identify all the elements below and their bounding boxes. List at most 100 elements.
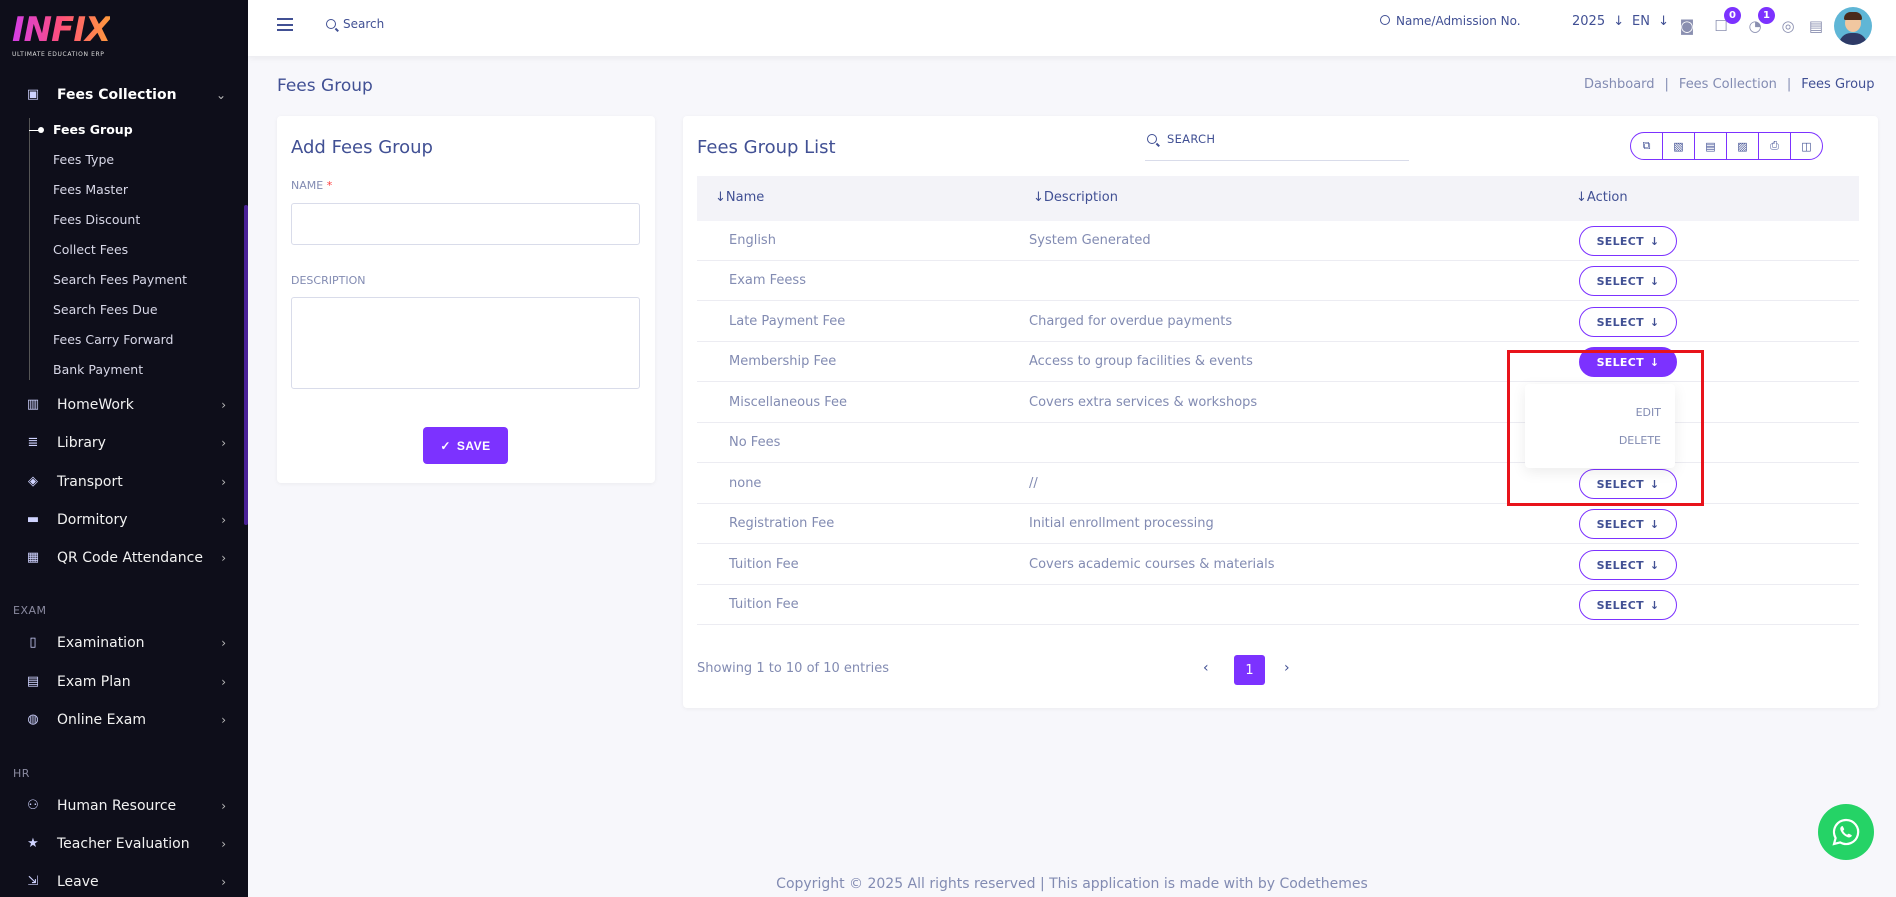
sidebar-subitem-search-fees-payment[interactable]: Search Fees Payment <box>53 272 187 287</box>
sidebar-subitem-fees-group[interactable]: Fees Group <box>53 122 133 137</box>
select-action-button[interactable]: SELECT ↓ <box>1579 590 1677 620</box>
cell-description: System Generated <box>1029 233 1151 248</box>
sidebar-item-examination[interactable]: ▯ Examination › <box>0 627 248 659</box>
sidebar-item-human-resource[interactable]: ⚇ Human Resource › <box>0 790 248 822</box>
globe-icon[interactable]: ◎ <box>1778 17 1798 35</box>
form-title: Add Fees Group <box>291 137 433 158</box>
notifications-badge: 1 <box>1758 7 1775 24</box>
chat-icon[interactable]: ☐ 0 <box>1711 7 1741 35</box>
page-button-current[interactable]: 1 <box>1234 655 1265 685</box>
sidebar-subitem-search-fees-due[interactable]: Search Fees Due <box>53 302 158 317</box>
sidebar-item-exam-plan[interactable]: ▤ Exam Plan › <box>0 666 248 698</box>
year-select[interactable]: 2025 ↓ <box>1572 14 1624 29</box>
description-textarea[interactable] <box>291 297 640 389</box>
language-select[interactable]: EN ↓ <box>1632 14 1669 29</box>
sidebar-item-leave[interactable]: ⇲ Leave › <box>0 866 248 897</box>
sidebar-item-label: Leave <box>57 874 99 890</box>
bus-icon: ◈ <box>28 474 38 489</box>
bell-icon[interactable]: ◔ 1 <box>1745 7 1775 35</box>
sidebar-subitem-fees-master[interactable]: Fees Master <box>53 182 128 197</box>
name-label: NAME * <box>291 179 332 192</box>
admission-search[interactable]: Name/Admission No. <box>1380 14 1521 29</box>
chevron-right-icon[interactable]: › <box>1284 660 1290 676</box>
column-header-name[interactable]: ↓Name <box>715 190 764 205</box>
sidebar-subitem-fees-discount[interactable]: Fees Discount <box>53 212 140 227</box>
hamburger-menu-icon[interactable] <box>277 18 293 31</box>
sidebar-item-label: Examination <box>57 635 145 651</box>
sidebar-subitem-collect-fees[interactable]: Collect Fees <box>53 242 128 257</box>
sidebar-item-transport[interactable]: ◈ Transport › <box>0 466 248 498</box>
sidebar-subitem-fees-carry-forward[interactable]: Fees Carry Forward <box>53 332 173 347</box>
whatsapp-button[interactable] <box>1818 804 1874 860</box>
entries-info: Showing 1 to 10 of 10 entries <box>697 661 889 676</box>
select-action-button[interactable]: SELECT ↓ <box>1579 550 1677 580</box>
sidebar-item-library[interactable]: ≣ Library › <box>0 427 248 459</box>
column-header-description[interactable]: ↓Description <box>1033 190 1118 205</box>
pdf-icon[interactable]: ▨ <box>1727 133 1759 159</box>
list-search-input[interactable]: SEARCH <box>1145 127 1409 161</box>
logo[interactable]: INFIX ULTIMATE EDUCATION ERP <box>12 12 111 58</box>
select-action-button[interactable]: SELECT ↓ <box>1579 266 1677 296</box>
sidebar-item-dormitory[interactable]: ▬ Dormitory › <box>0 504 248 536</box>
select-action-button[interactable]: SELECT ↓ <box>1579 226 1677 256</box>
section-header-hr: HR <box>13 767 30 780</box>
chevron-left-icon[interactable]: ‹ <box>1203 660 1209 676</box>
column-header-action[interactable]: ↓Action <box>1576 190 1628 205</box>
cell-description: Access to group facilities & events <box>1029 354 1253 369</box>
topbar: Search Name/Admission No. 2025 ↓ EN ↓ ◙ … <box>248 0 1896 56</box>
sidebar-item-label: Dormitory <box>57 512 128 528</box>
chevron-down-icon: ↓ <box>1658 14 1669 29</box>
save-button[interactable]: ✓ SAVE <box>423 427 508 464</box>
sidebar-item-qr-code-attendance[interactable]: ▦ QR Code Attendance › <box>0 542 248 574</box>
sidebar-item-label: Exam Plan <box>57 674 131 690</box>
avatar[interactable] <box>1834 7 1872 45</box>
breadcrumb-fees-collection[interactable]: Fees Collection <box>1679 77 1777 92</box>
table-row: Late Payment Fee Charged for overdue paym… <box>697 302 1859 342</box>
required-mark: * <box>326 179 333 192</box>
columns-icon[interactable]: ◫ <box>1791 133 1822 159</box>
search-icon <box>1147 134 1157 144</box>
cell-description: Covers academic courses & materials <box>1029 557 1275 572</box>
table-row: Tuition Fee Covers academic courses & mat… <box>697 545 1859 585</box>
robot-icon[interactable]: ◙ <box>1677 17 1697 35</box>
copy-icon[interactable]: ⧉ <box>1631 133 1663 159</box>
sidebar-item-online-exam[interactable]: ◍ Online Exam › <box>0 704 248 736</box>
library-icon: ≣ <box>27 435 39 450</box>
year-value: 2025 <box>1572 14 1606 29</box>
breadcrumb-separator: | <box>1786 77 1792 92</box>
whatsapp-icon <box>1832 818 1860 846</box>
sidebar-subitem-bank-payment[interactable]: Bank Payment <box>53 362 143 377</box>
cell-description: Initial enrollment processing <box>1029 516 1214 531</box>
select-label: SELECT <box>1596 517 1644 531</box>
sort-icon: ↓ <box>715 190 726 205</box>
sidebar-item-homework[interactable]: ▥ HomeWork › <box>0 389 248 421</box>
chevron-right-icon: › <box>221 551 226 565</box>
arrow-down-icon: ↓ <box>1649 274 1660 288</box>
select-action-button[interactable]: SELECT ↓ <box>1579 307 1677 337</box>
sidebar-subitem-fees-type[interactable]: Fees Type <box>53 152 114 167</box>
cell-name: Registration Fee <box>729 516 835 531</box>
breadcrumb-dashboard[interactable]: Dashboard <box>1584 77 1655 92</box>
users-icon: ⚇ <box>27 798 39 813</box>
sidebar-item-label: Transport <box>57 474 123 490</box>
sidebar-item-teacher-evaluation[interactable]: ★ Teacher Evaluation › <box>0 828 248 860</box>
sidebar-item-fees-collection[interactable]: ▣ Fees Collection ⌄ <box>0 79 248 111</box>
print-icon[interactable]: ⎙ <box>1759 133 1791 159</box>
cell-name: Miscellaneous Fee <box>729 395 848 410</box>
name-input[interactable] <box>291 203 640 245</box>
excel-icon[interactable]: ▧ <box>1663 133 1695 159</box>
cell-description: Covers extra services & workshops <box>1029 395 1258 410</box>
top-search[interactable]: Search <box>326 17 384 31</box>
chart-icon[interactable]: ▤ <box>1806 17 1826 35</box>
table-row: Tuition Fee SELECT ↓ <box>697 585 1859 625</box>
chevron-right-icon: › <box>221 675 226 689</box>
select-label: SELECT <box>1596 274 1644 288</box>
csv-icon[interactable]: ▤ <box>1695 133 1727 159</box>
select-action-button[interactable]: SELECT ↓ <box>1579 509 1677 539</box>
name-label-text: NAME <box>291 179 324 192</box>
list-search-placeholder: SEARCH <box>1167 132 1216 146</box>
bed-icon: ▬ <box>26 512 40 527</box>
save-label: SAVE <box>456 438 491 453</box>
sidebar: INFIX ULTIMATE EDUCATION ERP ▣ Fees Coll… <box>0 0 248 897</box>
chevron-right-icon: › <box>221 713 226 727</box>
